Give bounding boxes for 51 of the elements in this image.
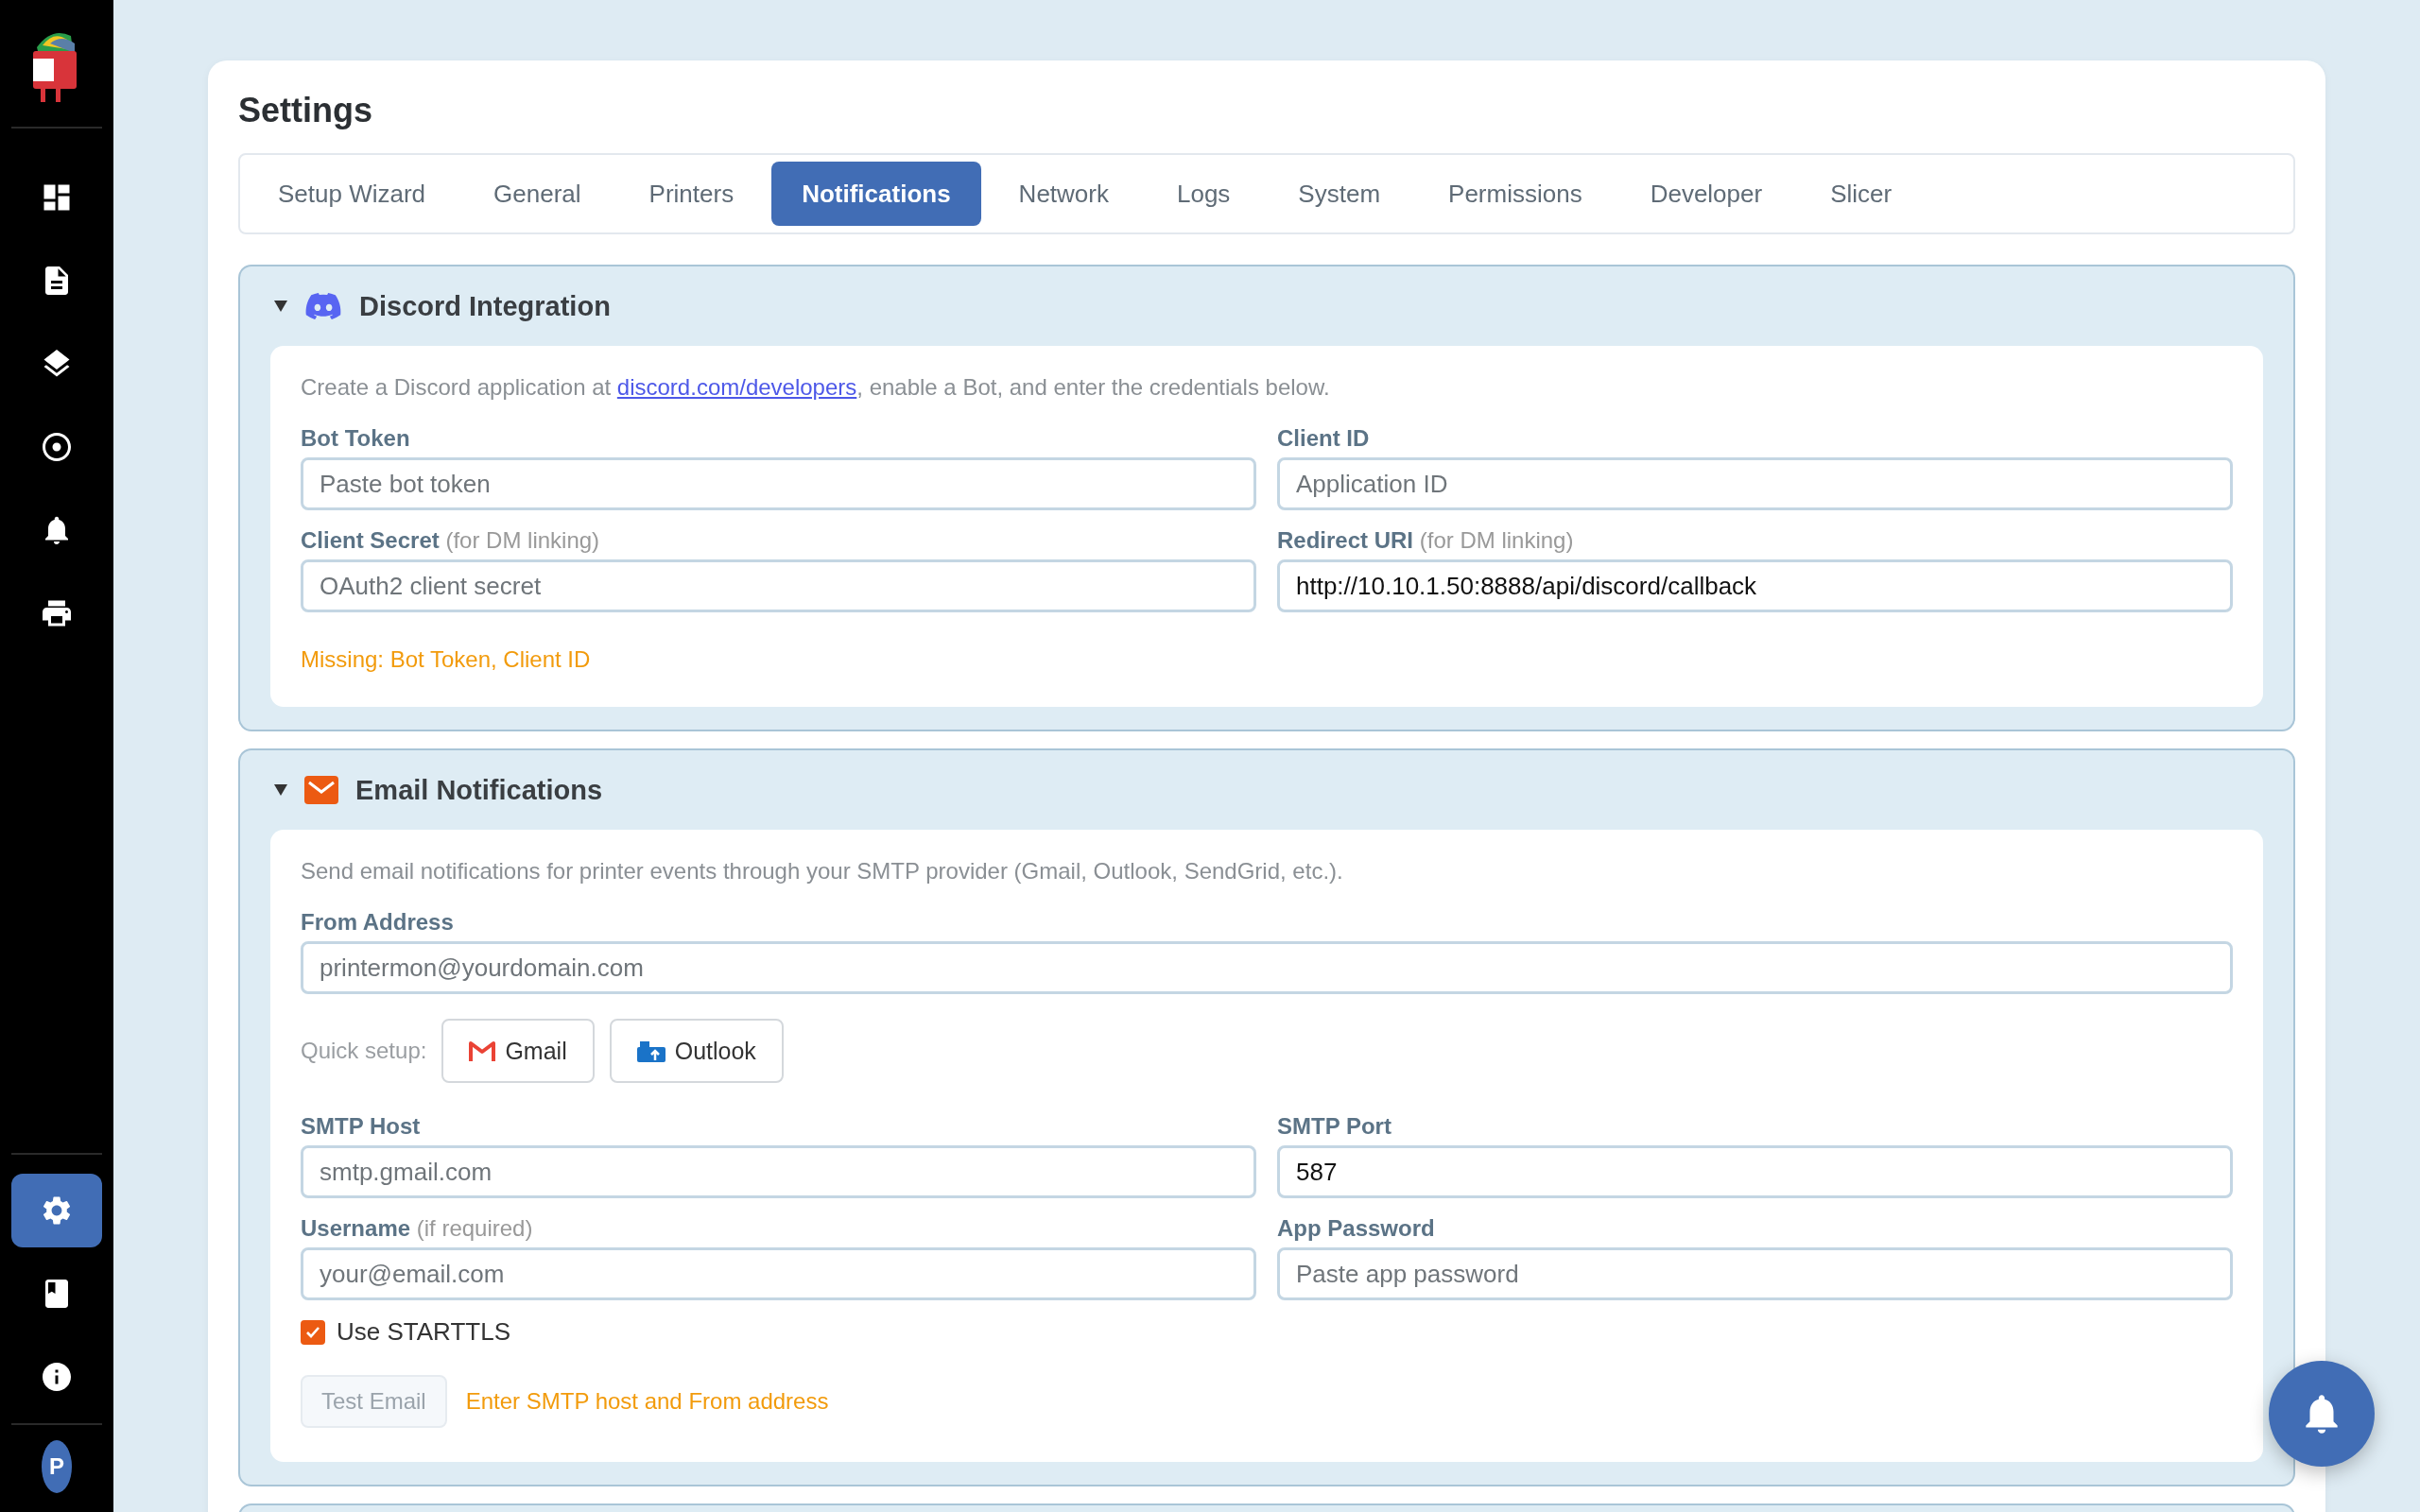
outlook-icon: [636, 1040, 666, 1062]
settings-tab[interactable]: Slicer: [1800, 162, 1923, 226]
field-label: Client Secret (for DM linking): [301, 527, 601, 554]
quick-setup-label: Quick setup:: [301, 1038, 427, 1064]
checkbox[interactable]: [301, 1319, 325, 1345]
section-title: Discord Integration: [359, 290, 611, 322]
field-label: From Address: [301, 909, 455, 936]
settings-tab[interactable]: Logs: [1146, 162, 1261, 226]
settings-tab[interactable]: Printers: [618, 162, 765, 226]
input-field[interactable]: Application ID: [1277, 457, 2233, 510]
settings-tab[interactable]: Setup Wizard: [248, 162, 457, 226]
gmail-icon: [469, 1040, 496, 1061]
section-description: Send email notifications for printer events through your SMTP provider (Gmail, Outlook, SendGrid, etc.).: [301, 858, 1344, 885]
preset-button[interactable]: Outlook: [609, 1019, 784, 1083]
settings-tab[interactable]: Permissions: [1418, 162, 1613, 226]
field-label: SMTP Port: [1277, 1113, 1392, 1140]
field-label: Username (if required): [301, 1215, 534, 1242]
settings-tab[interactable]: Developer: [1619, 162, 1793, 226]
caret-icon[interactable]: [274, 784, 287, 796]
status-message: Enter SMTP host and From address: [465, 1388, 829, 1415]
field-label: Redirect URI (for DM linking): [1277, 527, 1575, 554]
input-field[interactable]: Paste bot token: [301, 457, 1256, 510]
settings-tab[interactable]: System: [1268, 162, 1411, 226]
settings-tab[interactable]: General: [463, 162, 612, 226]
envelope-icon: [304, 776, 338, 804]
caret-icon[interactable]: [274, 301, 287, 312]
input-field[interactable]: your@email.com: [301, 1247, 1256, 1300]
section-title: Email Notifications: [355, 774, 603, 806]
warning-text: Missing: Bot Token, Client ID: [301, 646, 592, 673]
input-field[interactable]: printermon@yourdomain.com: [301, 941, 2233, 994]
developers-link[interactable]: discord.com/developers: [616, 374, 857, 400]
settings-tab[interactable]: Network: [988, 162, 1139, 226]
checkbox-label: Use STARTTLS: [337, 1317, 510, 1347]
preset-button[interactable]: Gmail: [441, 1019, 595, 1083]
info-icon: [40, 1360, 74, 1394]
user-avatar[interactable]: P: [42, 1440, 72, 1493]
page-title: Settings: [238, 91, 373, 130]
input-field[interactable]: 587: [1277, 1145, 2233, 1198]
target-icon: [40, 430, 74, 464]
field-label: Client ID: [1277, 425, 1371, 452]
notifications-button[interactable]: [2269, 1361, 2375, 1467]
field-label: App Password: [1277, 1215, 1436, 1242]
section-description: Create a Discord application at discord.com/developers, enable a Bot, and enter the credentials below.: [301, 374, 1331, 401]
settings-tab[interactable]: Notifications: [771, 162, 981, 226]
input-field[interactable]: http://10.10.1.50:8888/api/discord/callback: [1277, 559, 2233, 612]
input-field[interactable]: smtp.gmail.com: [301, 1145, 1256, 1198]
checkmark-icon: [305, 1325, 320, 1339]
input-field[interactable]: Paste app password: [1277, 1247, 2233, 1300]
field-label: SMTP Host: [301, 1113, 422, 1140]
input-field[interactable]: OAuth2 client secret: [301, 559, 1256, 612]
field-label: Bot Token: [301, 425, 411, 452]
